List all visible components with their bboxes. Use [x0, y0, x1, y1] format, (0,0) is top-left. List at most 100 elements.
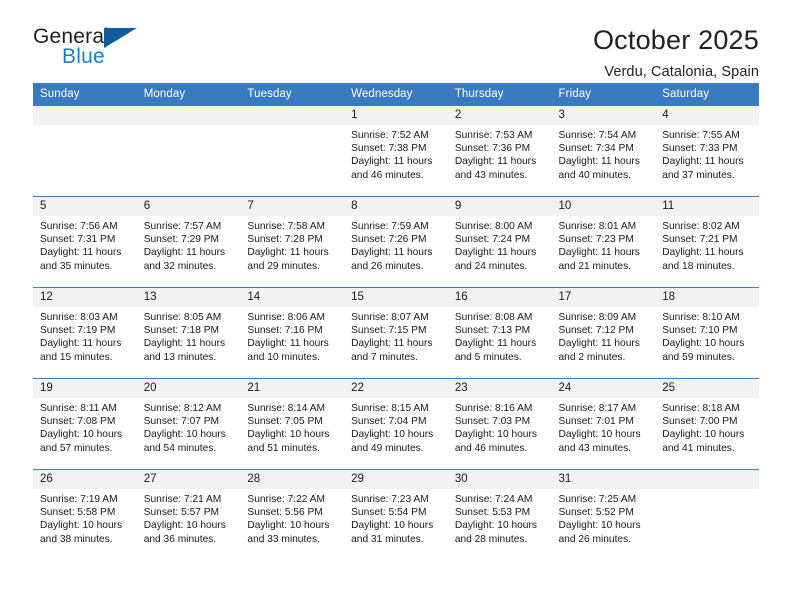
day-number: 19: [33, 379, 137, 398]
calendar-cell-content: 6 Sunrise: 7:57 AM Sunset: 7:29 PM Daylight…: [136, 197, 241, 287]
sunrise-text: Sunrise: 8:14 AM: [247, 403, 325, 414]
calendar-cell-content: 21 Sunrise: 8:14 AM Sunset: 7:05 PM Dayligh…: [240, 379, 345, 469]
logo-text-general: General: [33, 25, 110, 48]
calendar-day-cell[interactable]: 14 Sunrise: 8:06 AM Sunset: 7:16 PM Dayligh…: [240, 287, 345, 379]
sun-times: Sunrise: 7:21 AM Sunset: 5:57 PM Daylight:…: [137, 489, 241, 546]
logo-triangle-icon: [104, 28, 137, 48]
sunset-text: Sunset: 5:53 PM: [454, 507, 531, 519]
calendar-day-cell[interactable]: 26 Sunrise: 7:19 AM Sunset: 5:58 PM Dayligh…: [33, 469, 137, 560]
calendar-day-cell[interactable]: 2 Sunrise: 7:53 AM Sunset: 7:36 PM Daylight…: [447, 105, 552, 197]
calendar-day-cell[interactable]: 31 Sunrise: 7:25 AM Sunset: 5:52 PM Dayligh…: [551, 469, 656, 560]
daylight-text: Daylight: 11 hours and 32 minutes.: [143, 247, 226, 272]
calendar-day-cell[interactable]: 10 Sunrise: 8:01 AM Sunset: 7:23 PM Dayligh…: [551, 196, 656, 288]
calendar-cell-content: 27 Sunrise: 7:21 AM Sunset: 5:57 PM Dayligh…: [136, 470, 241, 560]
calendar-day-cell[interactable]: 27 Sunrise: 7:21 AM Sunset: 5:57 PM Dayligh…: [136, 469, 241, 560]
calendar-day-cell[interactable]: 25 Sunrise: 8:18 AM Sunset: 7:00 PM Dayligh…: [655, 378, 759, 470]
calendar-week-row: 12 Sunrise: 8:03 AM Sunset: 7:19 PM Dayligh…: [33, 287, 759, 379]
calendar-day-cell[interactable]: 16 Sunrise: 8:08 AM Sunset: 7:13 PM Dayligh…: [447, 287, 552, 379]
calendar-day-cell[interactable]: 19 Sunrise: 8:11 AM Sunset: 7:08 PM Dayligh…: [33, 378, 137, 470]
calendar-cell-content: 12 Sunrise: 8:03 AM Sunset: 7:19 PM Dayligh…: [33, 288, 137, 378]
title-block: October 2025 Verdu, Catalonia, Spain: [592, 25, 759, 81]
sun-times: Sunrise: 8:09 AM Sunset: 7:12 PM Daylight:…: [552, 307, 656, 364]
daylight-text: Daylight: 11 hours and 24 minutes.: [454, 247, 537, 272]
calendar-day-cell[interactable]: 24 Sunrise: 8:17 AM Sunset: 7:01 PM Dayligh…: [551, 378, 656, 470]
calendar-cell-content: 4 Sunrise: 7:55 AM Sunset: 7:33 PM Daylight…: [655, 106, 759, 196]
sunrise-text: Sunrise: 8:12 AM: [143, 403, 222, 414]
calendar-cell-content: 16 Sunrise: 8:08 AM Sunset: 7:13 PM Dayligh…: [447, 288, 552, 378]
sunrise-text: Sunrise: 7:59 AM: [351, 221, 429, 232]
page-title: October 2025: [592, 25, 759, 55]
sunrise-text: Sunrise: 8:11 AM: [40, 403, 117, 414]
calendar-week-row: 5 Sunrise: 7:56 AM Sunset: 7:31 PM Daylight…: [33, 196, 759, 288]
sun-times: Sunrise: 8:16 AM Sunset: 7:03 PM Daylight:…: [448, 398, 552, 455]
sun-times: Sunrise: 7:23 AM Sunset: 5:54 PM Daylight:…: [344, 489, 448, 546]
daylight-text: Daylight: 10 hours and 51 minutes.: [247, 429, 330, 454]
calendar-day-cell[interactable]: 29 Sunrise: 7:23 AM Sunset: 5:54 PM Dayligh…: [344, 469, 448, 560]
sunset-text: Sunset: 7:38 PM: [351, 143, 427, 155]
sun-times: Sunrise: 8:10 AM Sunset: 7:10 PM Daylight:…: [655, 307, 759, 364]
calendar-day-cell[interactable]: 4 Sunrise: 7:55 AM Sunset: 7:33 PM Daylight…: [655, 105, 759, 197]
calendar-day-cell[interactable]: 5 Sunrise: 7:56 AM Sunset: 7:31 PM Daylight…: [33, 196, 137, 288]
calendar-day-cell[interactable]: 11 Sunrise: 8:02 AM Sunset: 7:21 PM Dayligh…: [655, 196, 759, 288]
sunset-text: Sunset: 7:13 PM: [454, 325, 531, 337]
sunrise-text: Sunrise: 8:07 AM: [351, 312, 429, 323]
day-number: 1: [344, 106, 448, 125]
calendar-cell-content: 11 Sunrise: 8:02 AM Sunset: 7:21 PM Dayligh…: [655, 197, 759, 287]
daylight-text: Daylight: 10 hours and 46 minutes.: [454, 429, 537, 454]
general-blue-logo[interactable]: General Blue: [33, 26, 145, 78]
sunrise-text: Sunrise: 8:02 AM: [662, 221, 740, 232]
page-header: General Blue October 2025 Verdu, Catalon…: [33, 0, 759, 81]
sunrise-text: Sunrise: 7:25 AM: [558, 494, 637, 505]
calendar-day-cell[interactable]: 3 Sunrise: 7:54 AM Sunset: 7:34 PM Daylight…: [551, 105, 656, 197]
day-number: [136, 106, 241, 125]
sunset-text: Sunset: 7:19 PM: [40, 325, 116, 337]
sunrise-text: Sunrise: 7:23 AM: [351, 494, 429, 505]
weekday-header-monday: Monday: [136, 83, 241, 106]
location-subtitle: Verdu, Catalonia, Spain: [604, 64, 759, 81]
calendar-day-cell[interactable]: 6 Sunrise: 7:57 AM Sunset: 7:29 PM Daylight…: [136, 196, 241, 288]
calendar-day-cell[interactable]: 8 Sunrise: 7:59 AM Sunset: 7:26 PM Daylight…: [344, 196, 448, 288]
calendar-day-cell[interactable]: 15 Sunrise: 8:07 AM Sunset: 7:15 PM Dayligh…: [344, 287, 448, 379]
sun-times: Sunrise: 7:53 AM Sunset: 7:36 PM Daylight:…: [448, 125, 552, 182]
daylight-text: Daylight: 10 hours and 26 minutes.: [558, 520, 641, 545]
sunrise-text: Sunrise: 7:52 AM: [351, 130, 429, 141]
sun-times: Sunrise: 7:24 AM Sunset: 5:53 PM Daylight:…: [448, 489, 552, 546]
calendar-cell-content: 10 Sunrise: 8:01 AM Sunset: 7:23 PM Dayligh…: [551, 197, 656, 287]
sunrise-text: Sunrise: 7:53 AM: [454, 130, 533, 141]
sunset-text: Sunset: 5:56 PM: [247, 507, 323, 519]
calendar-cell-content: 9 Sunrise: 8:00 AM Sunset: 7:24 PM Daylight…: [447, 197, 552, 287]
calendar-day-cell[interactable]: 23 Sunrise: 8:16 AM Sunset: 7:03 PM Dayligh…: [447, 378, 552, 470]
sunrise-text: Sunrise: 8:03 AM: [40, 312, 118, 323]
daylight-text: Daylight: 10 hours and 49 minutes.: [351, 429, 434, 454]
day-number: 10: [551, 197, 656, 216]
day-number: 3: [551, 106, 656, 125]
calendar-day-cell[interactable]: 18 Sunrise: 8:10 AM Sunset: 7:10 PM Dayligh…: [655, 287, 759, 379]
sunrise-sunset-calendar: Sunday Monday Tuesday Wednesday Thursday…: [33, 83, 759, 560]
daylight-text: Daylight: 11 hours and 37 minutes.: [662, 156, 744, 181]
day-number: 5: [33, 197, 137, 216]
sunrise-text: Sunrise: 7:56 AM: [40, 221, 118, 232]
sunset-text: Sunset: 7:01 PM: [558, 416, 634, 428]
calendar-cell-content: 31 Sunrise: 7:25 AM Sunset: 5:52 PM Dayligh…: [551, 470, 656, 560]
day-number: 15: [344, 288, 448, 307]
calendar-day-cell[interactable]: 21 Sunrise: 8:14 AM Sunset: 7:05 PM Dayligh…: [240, 378, 345, 470]
daylight-text: Daylight: 10 hours and 43 minutes.: [558, 429, 641, 454]
sunset-text: Sunset: 5:57 PM: [143, 507, 220, 519]
calendar-day-cell[interactable]: 20 Sunrise: 8:12 AM Sunset: 7:07 PM Dayligh…: [136, 378, 241, 470]
sunrise-text: Sunrise: 8:10 AM: [662, 312, 740, 323]
calendar-day-cell[interactable]: 7 Sunrise: 7:58 AM Sunset: 7:28 PM Daylight…: [240, 196, 345, 288]
sun-times: Sunrise: 8:00 AM Sunset: 7:24 PM Daylight:…: [448, 216, 552, 273]
day-number: 27: [136, 470, 241, 489]
calendar-day-cell[interactable]: 22 Sunrise: 8:15 AM Sunset: 7:04 PM Dayligh…: [344, 378, 448, 470]
calendar-day-cell[interactable]: 12 Sunrise: 8:03 AM Sunset: 7:19 PM Dayligh…: [33, 287, 137, 379]
sun-times: Sunrise: 7:52 AM Sunset: 7:38 PM Daylight:…: [344, 125, 448, 182]
daylight-text: Daylight: 11 hours and 7 minutes.: [351, 338, 433, 363]
calendar-day-cell[interactable]: 30 Sunrise: 7:24 AM Sunset: 5:53 PM Dayligh…: [447, 469, 552, 560]
calendar-day-cell[interactable]: 28 Sunrise: 7:22 AM Sunset: 5:56 PM Dayligh…: [240, 469, 345, 560]
calendar-day-cell[interactable]: 17 Sunrise: 8:09 AM Sunset: 7:12 PM Dayligh…: [551, 287, 656, 379]
calendar-cell-content: 18 Sunrise: 8:10 AM Sunset: 7:10 PM Dayligh…: [655, 288, 759, 378]
day-number: 9: [447, 197, 552, 216]
calendar-day-cell[interactable]: 13 Sunrise: 8:05 AM Sunset: 7:18 PM Dayligh…: [136, 287, 241, 379]
calendar-day-cell[interactable]: 9 Sunrise: 8:00 AM Sunset: 7:24 PM Daylight…: [447, 196, 552, 288]
calendar-day-cell[interactable]: 1 Sunrise: 7:52 AM Sunset: 7:38 PM Daylight…: [344, 105, 448, 197]
